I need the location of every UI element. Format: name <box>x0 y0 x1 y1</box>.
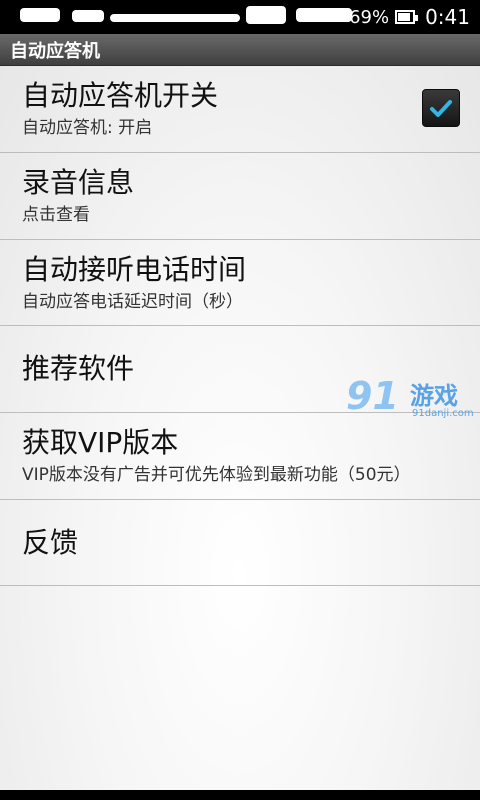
pref-answer-delay[interactable]: 自动接听电话时间 自动应答电话延迟时间（秒） <box>0 240 480 326</box>
pref-auto-answer-switch[interactable]: 自动应答机开关 自动应答机: 开启 <box>0 66 480 153</box>
status-bar: 69% 0:41 <box>0 0 480 34</box>
checkmark-icon <box>430 100 452 117</box>
pref-recordings[interactable]: 录音信息 点击查看 <box>0 153 480 240</box>
pref-summary: 点击查看 <box>22 205 90 225</box>
clock: 0:41 <box>425 5 470 29</box>
watermark-logo-mark: 91 <box>346 374 399 418</box>
app-title-bar: 自动应答机 <box>0 34 480 66</box>
preferences-list: 自动应答机开关 自动应答机: 开启 录音信息 点击查看 自动接听电话时间 自动应… <box>0 66 480 790</box>
pref-title: 反馈 <box>22 525 79 559</box>
pref-summary: 自动应答电话延迟时间（秒） <box>22 291 243 312</box>
enable-checkbox[interactable] <box>422 89 460 127</box>
pref-summary: 自动应答机: 开启 <box>22 118 153 138</box>
pref-get-vip[interactable]: 获取VIP版本 VIP版本没有广告并可优先体验到最新功能（50元） <box>0 413 480 500</box>
watermark-logo: 91 游戏 91danji.com <box>346 374 480 424</box>
pref-title: 录音信息 <box>22 166 135 199</box>
pref-title: 自动应答机开关 <box>22 79 219 112</box>
pref-title: 自动接听电话时间 <box>22 252 247 286</box>
battery-icon <box>395 10 419 24</box>
bottom-bar <box>0 790 480 800</box>
pref-title: 获取VIP版本 <box>22 426 179 459</box>
notification-icons <box>20 6 360 24</box>
app-title: 自动应答机 <box>10 40 100 62</box>
pref-summary: VIP版本没有广告并可优先体验到最新功能（50元） <box>22 465 411 485</box>
watermark-url: 91danji.com <box>412 408 474 419</box>
pref-feedback[interactable]: 反馈 <box>0 500 480 586</box>
watermark-text: 游戏 <box>410 382 458 410</box>
